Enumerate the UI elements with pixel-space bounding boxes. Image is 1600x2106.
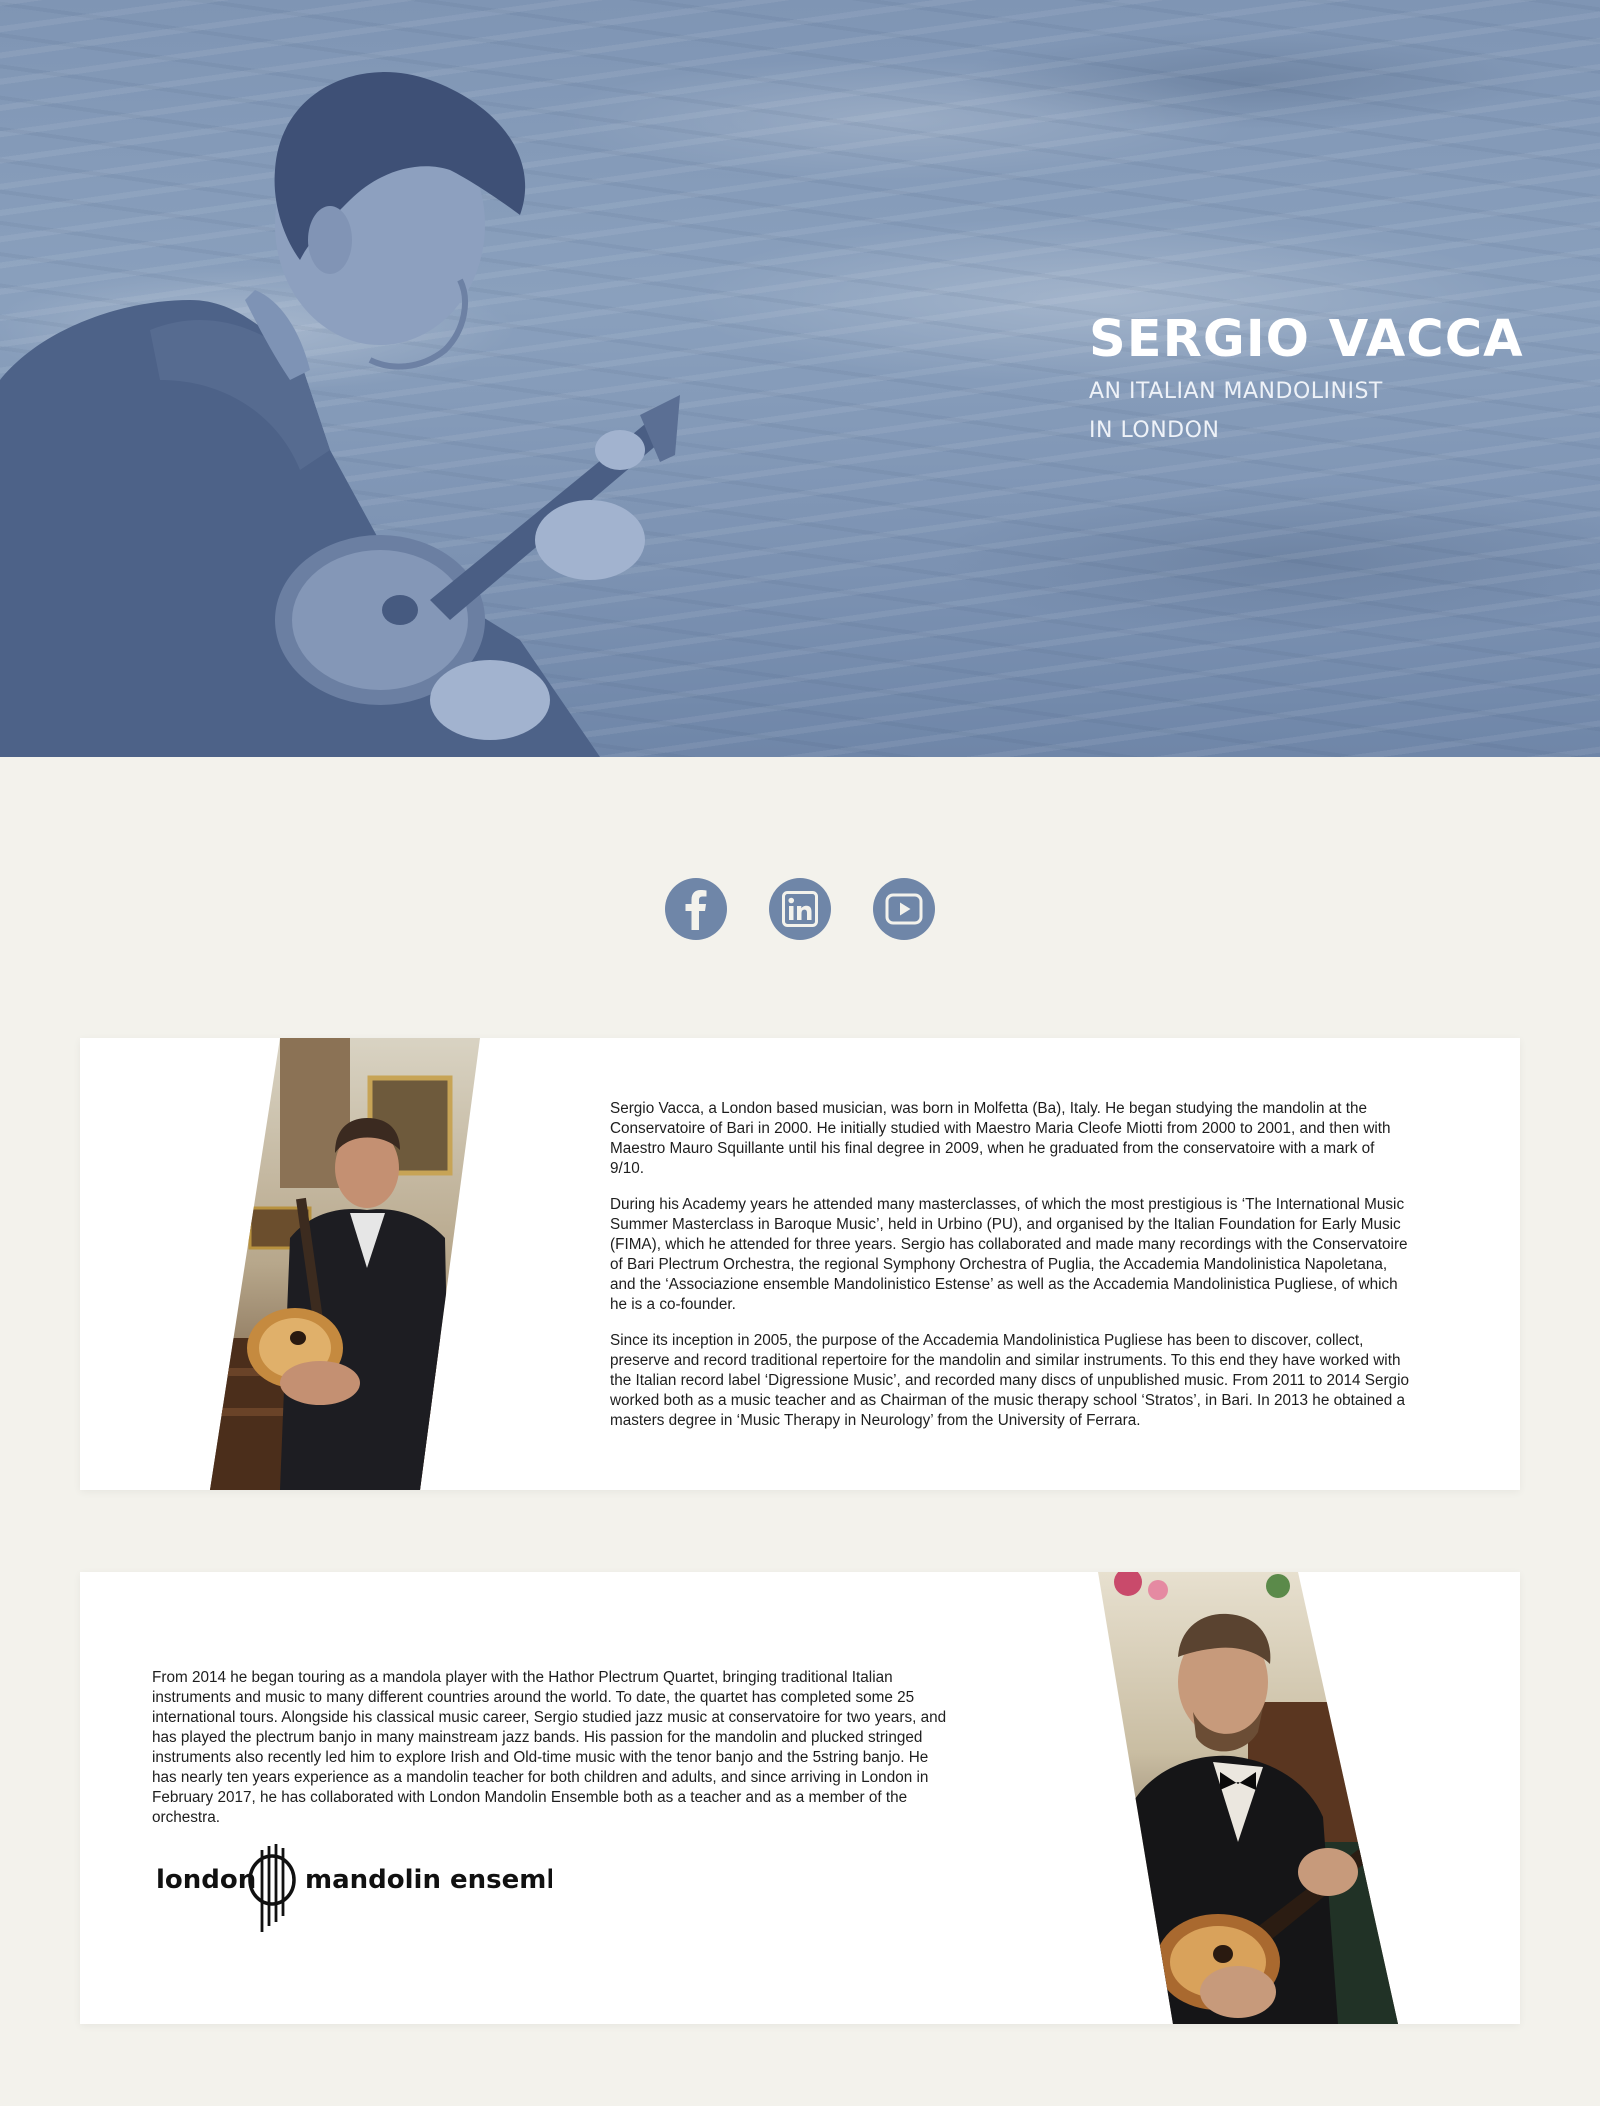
bio-text-1: Sergio Vacca, a London based musician, w… [610, 1099, 1410, 1447]
hero-heading-block: SERGIO VACCA AN ITALIAN MANDOLINIST IN L… [1089, 308, 1524, 450]
linkedin-icon [782, 891, 818, 927]
hero-title: SERGIO VACCA [1089, 310, 1524, 369]
hero-banner: SERGIO VACCA AN ITALIAN MANDOLINIST IN L… [0, 0, 1600, 757]
hero-subtitle-line1: AN ITALIAN MANDOLINIST [1089, 379, 1383, 404]
bio-photo-suit-mandolin [210, 1038, 480, 1490]
bio-paragraph: Since its inception in 2005, the purpose… [610, 1332, 1409, 1429]
social-links [0, 878, 1600, 940]
bio-text-2: From 2014 he began touring as a mandola … [152, 1668, 952, 1844]
linkedin-link[interactable] [769, 878, 831, 940]
lme-logo-graphic: london mandolin ensemble [156, 1844, 592, 1932]
bio-paragraph: Sergio Vacca, a London based musician, w… [610, 1100, 1391, 1177]
bio-card-early-career: Sergio Vacca, a London based musician, w… [80, 1038, 1520, 1490]
london-mandolin-ensemble-logo[interactable]: london mandolin ensemble [152, 1842, 592, 1937]
bio-card-touring: From 2014 he began touring as a mandola … [80, 1572, 1520, 2024]
hero-portrait-image [0, 72, 680, 757]
youtube-link[interactable] [873, 878, 935, 940]
svg-text:london: london [156, 1865, 256, 1895]
hero-subtitle-line2: IN LONDON [1089, 418, 1220, 443]
bio-photo-performing-tuxedo [1098, 1572, 1398, 2024]
bio-paragraph: During his Academy years he attended man… [610, 1196, 1408, 1313]
facebook-icon [685, 890, 707, 930]
bio-paragraph: From 2014 he began touring as a mandola … [152, 1669, 947, 1826]
facebook-link[interactable] [665, 878, 727, 940]
youtube-icon [885, 893, 923, 925]
svg-text:mandolin ensemble: mandolin ensemble [305, 1865, 552, 1895]
